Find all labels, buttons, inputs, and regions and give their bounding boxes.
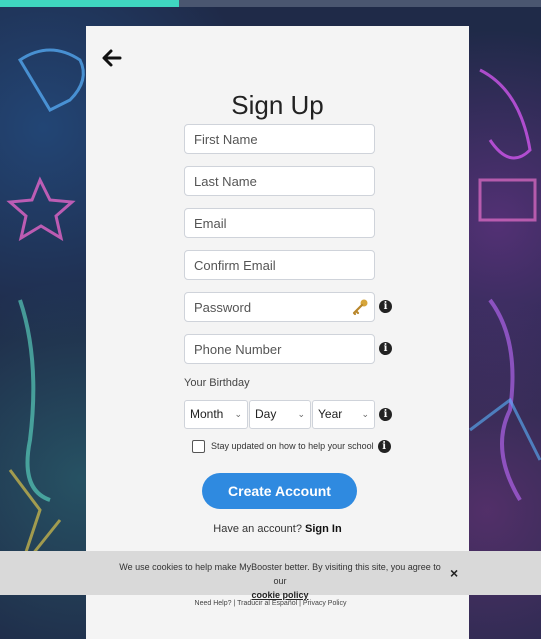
email-input[interactable] bbox=[184, 208, 375, 238]
have-account-text: Have an account? Sign In bbox=[86, 523, 469, 535]
birthday-info-icon[interactable]: i bbox=[379, 408, 392, 421]
phone-number-input[interactable] bbox=[184, 334, 375, 364]
chevron-down-icon: ⌄ bbox=[361, 409, 369, 419]
page-title: Sign Up bbox=[231, 90, 324, 120]
footer-separator: | bbox=[299, 600, 301, 607]
month-select-value: Month bbox=[190, 407, 224, 421]
stay-updated-checkbox[interactable] bbox=[192, 439, 205, 453]
stay-updated-label: Stay updated on how to help your school bbox=[211, 441, 374, 451]
cookie-banner: We use cookies to help make MyBooster be… bbox=[0, 551, 541, 600]
footer-links: Need Help? | Traducir al Español | Priva… bbox=[0, 600, 541, 607]
stay-updated-info-icon[interactable]: i bbox=[377, 439, 391, 453]
chevron-down-icon: ⌄ bbox=[297, 409, 305, 419]
confirm-email-input[interactable] bbox=[184, 250, 375, 280]
phone-info-icon[interactable]: i bbox=[379, 342, 392, 355]
progress-fill bbox=[0, 0, 179, 7]
progress-bar bbox=[0, 0, 541, 7]
signup-card: Sign Up i i Your Birthday Month ⌄ Day ⌄ … bbox=[86, 26, 469, 639]
translate-link[interactable]: Traducir al Español bbox=[237, 600, 297, 607]
month-select[interactable]: Month ⌄ bbox=[184, 400, 248, 429]
stay-updated-row: Stay updated on how to help your school … bbox=[192, 438, 391, 454]
sign-in-link[interactable]: Sign In bbox=[305, 523, 342, 535]
birthday-label: Your Birthday bbox=[184, 377, 250, 389]
cookie-text: We use cookies to help make MyBooster be… bbox=[115, 560, 445, 602]
close-icon[interactable]: × bbox=[450, 565, 458, 581]
arrow-left-icon[interactable] bbox=[100, 46, 124, 70]
password-info-icon[interactable]: i bbox=[379, 300, 392, 313]
day-select[interactable]: Day ⌄ bbox=[249, 400, 311, 429]
last-name-input[interactable] bbox=[184, 166, 375, 196]
day-select-value: Day bbox=[255, 407, 277, 421]
year-select[interactable]: Year ⌄ bbox=[312, 400, 375, 429]
need-help-link[interactable]: Need Help? bbox=[195, 600, 232, 607]
privacy-policy-link[interactable]: Privacy Policy bbox=[303, 600, 347, 607]
year-select-value: Year bbox=[318, 407, 343, 421]
cookie-message: We use cookies to help make MyBooster be… bbox=[119, 562, 441, 586]
key-icon[interactable] bbox=[351, 298, 369, 316]
have-account-label: Have an account? bbox=[213, 523, 302, 535]
footer-separator: | bbox=[233, 600, 236, 607]
password-input[interactable] bbox=[184, 292, 375, 322]
chevron-down-icon: ⌄ bbox=[234, 409, 242, 419]
create-account-button[interactable]: Create Account bbox=[202, 473, 357, 509]
first-name-input[interactable] bbox=[184, 124, 375, 154]
cookie-policy-link[interactable]: cookie policy bbox=[251, 590, 308, 600]
password-wrapper bbox=[184, 292, 375, 322]
